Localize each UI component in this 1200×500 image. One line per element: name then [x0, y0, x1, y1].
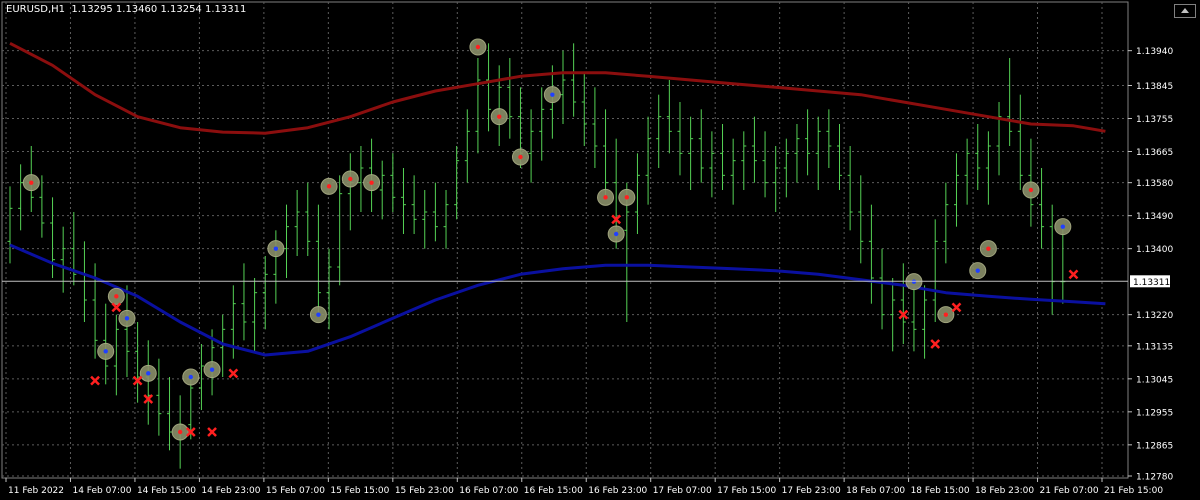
x-tick-label: 21 Feb 07:00	[1040, 486, 1099, 496]
y-tick-label: 1.13580	[1136, 179, 1173, 189]
current-price-label: 1.13311	[1133, 278, 1170, 288]
trade-marker-dot	[475, 44, 481, 50]
x-tick-label: 17 Feb 23:00	[782, 486, 841, 496]
x-tick-label: 17 Feb 07:00	[653, 486, 712, 496]
trade-marker-dot	[124, 316, 130, 321]
trade-marker-dot	[114, 294, 119, 299]
y-tick-label: 1.12780	[1136, 473, 1173, 483]
x-tick-label: 14 Feb 23:00	[201, 486, 260, 496]
trade-marker-dot	[975, 268, 980, 273]
y-tick-label: 1.13045	[1136, 375, 1173, 385]
x-tick-label: 15 Feb 15:00	[330, 486, 389, 496]
trade-marker-dot	[986, 246, 991, 251]
x-tick-label: 15 Feb 23:00	[395, 486, 454, 496]
trade-marker-dot	[146, 371, 151, 376]
x-tick-label: 14 Feb 07:00	[72, 486, 131, 496]
trade-marker-dot	[613, 231, 619, 237]
x-tick-label: 11 Feb 2022	[8, 486, 64, 496]
trade-marker-dot	[1060, 224, 1066, 229]
trade-marker-dot	[624, 195, 630, 200]
x-tick-label: 18 Feb 15:00	[911, 486, 970, 496]
x-tick-label: 21 Feb 15:00	[1104, 486, 1163, 496]
y-tick-label: 1.13665	[1136, 148, 1173, 158]
trade-marker-dot	[316, 312, 321, 317]
x-tick-label: 18 Feb 07:00	[846, 486, 905, 496]
y-tick-label: 1.13940	[1136, 47, 1173, 57]
trade-marker-dot	[209, 367, 215, 372]
x-tick-label: 15 Feb 07:00	[266, 486, 325, 496]
y-tick-label: 1.12955	[1136, 408, 1173, 418]
x-tick-label: 16 Feb 15:00	[524, 486, 583, 496]
x-tick-label: 17 Feb 15:00	[717, 486, 776, 496]
y-tick-label: 1.12865	[1136, 441, 1173, 451]
trade-marker-dot	[348, 176, 353, 182]
trade-marker-dot	[943, 312, 949, 317]
trade-marker-dot	[177, 429, 183, 435]
x-tick-label: 16 Feb 23:00	[588, 486, 647, 496]
price-chart-window[interactable]: 1.13940 1.13845 1.13755 1.13665 1.13580 1.134…	[0, 0, 1200, 500]
trade-marker-dot	[103, 349, 108, 354]
y-tick-label: 1.13400	[1136, 245, 1173, 255]
trade-marker-dot	[518, 154, 523, 160]
trade-marker-dot	[188, 374, 193, 380]
trade-marker-dot	[603, 195, 608, 200]
trade-marker-dot	[369, 180, 374, 185]
trade-marker-dot	[273, 246, 279, 251]
trade-marker-dot	[496, 114, 502, 119]
trade-marker-dot	[29, 180, 34, 185]
x-tick-label: 16 Feb 07:00	[459, 486, 518, 496]
y-tick-label: 1.13845	[1136, 82, 1173, 92]
trade-marker-dot	[1028, 187, 1034, 193]
y-tick-label: 1.13135	[1136, 342, 1173, 352]
x-tick-label: 14 Feb 15:00	[137, 486, 196, 496]
trade-marker-dot	[550, 92, 555, 97]
x-tick-label: 18 Feb 23:00	[975, 486, 1034, 496]
chart-shift-button[interactable]	[1174, 4, 1196, 18]
trade-marker-dot	[326, 184, 332, 189]
y-tick-label: 1.13220	[1136, 311, 1173, 321]
y-tick-label: 1.13755	[1136, 115, 1173, 125]
y-tick-label: 1.13490	[1136, 212, 1173, 222]
price-chart-canvas[interactable]: 1.13940 1.13845 1.13755 1.13665 1.13580 1.134…	[0, 0, 1200, 500]
